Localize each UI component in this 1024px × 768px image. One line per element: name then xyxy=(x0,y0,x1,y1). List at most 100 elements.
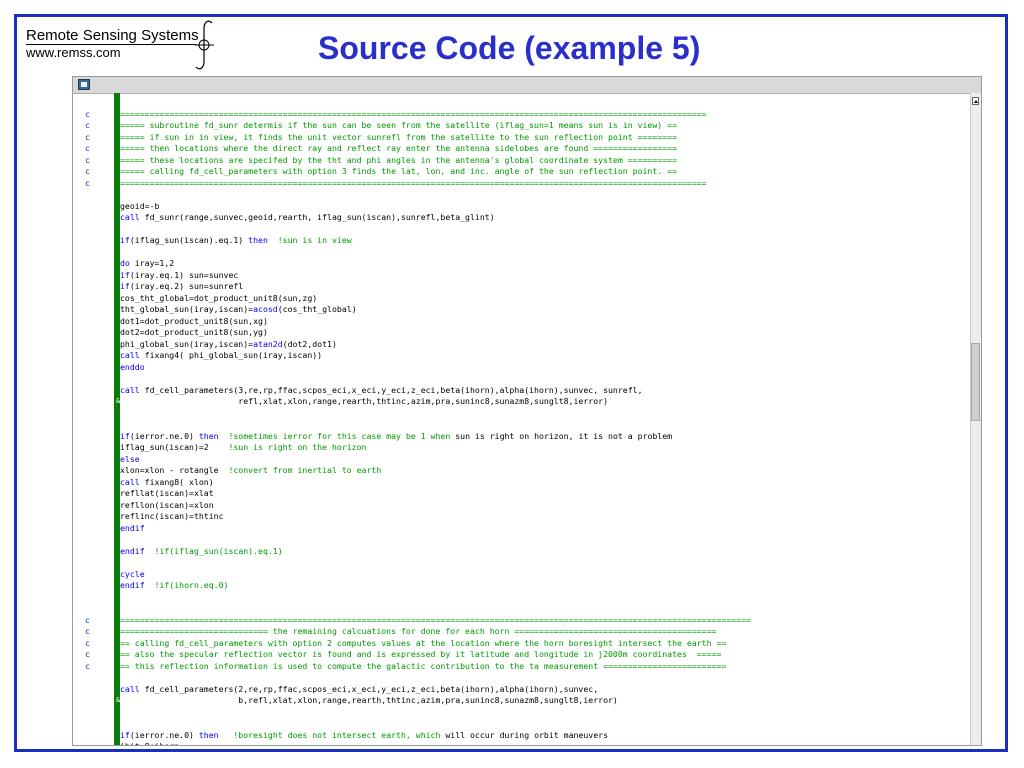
code-line: & b,refl,xlat,xlon,range,rearth,thtinc,a… xyxy=(73,695,971,707)
code-token: fixang4( phi_global_sun(iray,iscan)) xyxy=(139,350,323,360)
code-text: iflag_sun(iscan)=2 !sun is right on the … xyxy=(120,442,366,454)
code-token: iray=1,2 xyxy=(129,258,175,268)
code-token: (iray.eq.1) sun=sunvec xyxy=(129,269,239,280)
code-text: call fixang4( phi_global_sun(iray,iscan)… xyxy=(120,350,322,362)
code-line: c ===== calling fd_cell_parameters with o… xyxy=(73,166,971,178)
window-menu-icon[interactable] xyxy=(78,79,90,90)
code-text: call fixang8( xlon) xyxy=(120,477,214,489)
code-text: ============================== the remai… xyxy=(120,626,716,638)
code-line: call fd_sunr(range,sunvec,geoid,rearth, … xyxy=(73,212,971,224)
code-line: c ============================== the rema… xyxy=(73,626,971,638)
code-comment: !sun is right on the horizon xyxy=(228,442,367,452)
code-comment: ============================== the remai… xyxy=(120,626,717,636)
code-comment: ===== if sun in in view, it finds the un… xyxy=(120,131,678,142)
code-keyword: else xyxy=(120,453,140,464)
remss-logo: Remote Sensing Systems www.remss.com xyxy=(26,20,226,71)
comment-marker: c xyxy=(85,143,90,153)
comment-marker: c xyxy=(85,637,90,648)
editor-titlebar xyxy=(73,77,981,94)
code-comment: !boresight does not intersect earth, whi… xyxy=(218,729,441,740)
code-line: dot1=dot_product_unit8(sun,xg) xyxy=(73,316,971,328)
vertical-scrollbar[interactable] xyxy=(970,93,981,745)
code-text: endif !if(iflag_sun(iscan).eq.1) xyxy=(120,546,283,558)
code-keyword: if xyxy=(120,430,130,441)
code-keyword: if xyxy=(120,281,130,291)
code-token: will occur during orbit maneuvers xyxy=(440,729,609,740)
code-line: else xyxy=(73,454,971,466)
code-token: iflag_sun(iscan)=2 xyxy=(120,442,229,452)
code-keyword: call xyxy=(120,212,140,222)
code-editor-window: c =======================================… xyxy=(72,76,982,746)
code-keyword: endif xyxy=(120,580,145,590)
code-line: enddo xyxy=(73,362,971,374)
code-token: (iflag_sun(iscan).eq.1) xyxy=(129,235,249,245)
code-token: fd_cell_parameters(2,re,rp,ffac,scpos_ec… xyxy=(139,683,599,694)
code-keyword: atan2d xyxy=(253,338,283,349)
code-text: ===== if sun in in view, it finds the un… xyxy=(120,132,677,144)
code-line: refllat(iscan)=xlat xyxy=(73,488,971,500)
code-text: dot2=dot_product_unit8(sun,yg) xyxy=(120,327,268,339)
code-text: if(ierror.ne.0) then !boresight does not… xyxy=(120,730,608,742)
code-keyword: do xyxy=(120,258,130,268)
code-token: (cos_tht_global) xyxy=(277,304,357,314)
code-line: endif !if(iflag_sun(iscan).eq.1) xyxy=(73,546,971,558)
code-token: (ierror.ne.0) xyxy=(129,430,199,441)
code-line: ibit=8+ihorn xyxy=(73,741,971,745)
comment-marker: c xyxy=(85,177,90,188)
code-keyword: call xyxy=(120,350,140,360)
code-line: c =======================================… xyxy=(73,178,971,190)
code-text: if(ierror.ne.0) then !sometimes ierror f… xyxy=(120,431,672,443)
code-line: iflag_sun(iscan)=2 !sun is right on the … xyxy=(73,442,971,454)
code-line: if(ierror.ne.0) then !boresight does not… xyxy=(73,730,971,742)
code-line: endif xyxy=(73,523,971,535)
code-comment: !if(ihorn.eq.0) xyxy=(144,580,229,590)
scroll-up-arrow-icon[interactable] xyxy=(972,97,979,105)
code-text: else xyxy=(120,454,140,466)
code-text: dot1=dot_product_unit8(sun,xg) xyxy=(120,316,268,328)
code-keyword: if xyxy=(120,235,130,245)
code-text: ===== calling fd_cell_parameters with op… xyxy=(120,166,677,178)
code-comment: !if(iflag_sun(iscan).eq.1) xyxy=(144,545,283,556)
code-keyword: cycle xyxy=(120,568,145,579)
code-token: (iray.eq.2) sun=sunrefl xyxy=(129,281,244,291)
code-line: c ===== these locations are specifed by t… xyxy=(73,155,971,167)
comment-marker: c xyxy=(85,166,90,176)
code-token: fd_cell_parameters(3,re,rp,ffac,scpos_ec… xyxy=(139,384,643,395)
code-line: geoid=-b xyxy=(73,201,971,213)
code-text: enddo xyxy=(120,362,145,374)
code-line: reflinc(iscan)=thtinc xyxy=(73,511,971,523)
code-keyword: if xyxy=(120,729,130,740)
comment-marker: c xyxy=(85,614,90,625)
code-token: refl,xlat,xlon,range,rearth,thtinc,azim,… xyxy=(120,396,608,406)
code-token: dot1=dot_product_unit8(sun,xg) xyxy=(120,315,268,326)
code-line: call fixang4( phi_global_sun(iray,iscan)… xyxy=(73,350,971,362)
code-text: xlon=xlon - rotangle !convert from inert… xyxy=(120,465,381,477)
code-comment: ========================================… xyxy=(120,614,751,625)
code-token: phi_global_sun(iray,iscan)= xyxy=(120,338,254,349)
code-token: cos_tht_global=dot_product_unit8(sun,zg) xyxy=(120,292,318,303)
code-text: call fd_cell_parameters(2,re,rp,ffac,scp… xyxy=(120,684,598,696)
code-line: phi_global_sun(iray,iscan)=atan2d(dot2,d… xyxy=(73,339,971,351)
code-token: tht_global_sun(iray,iscan)= xyxy=(120,304,254,314)
code-text: ===== subroutine fd_sunr determis if the… xyxy=(120,120,677,132)
code-line: c ===== subroutine fd_sunr determis if th… xyxy=(73,120,971,132)
code-comment: == this reflection information is used t… xyxy=(120,660,727,671)
code-text: refl,xlat,xlon,range,rearth,thtinc,azim,… xyxy=(120,396,608,408)
code-text: if(iflag_sun(iscan).eq.1) then !sun is i… xyxy=(120,235,352,247)
code-line: c == this reflection information is used … xyxy=(73,661,971,673)
code-area[interactable]: c =======================================… xyxy=(73,93,971,746)
code-line: c =======================================… xyxy=(73,615,971,627)
logo-company-name: Remote Sensing Systems xyxy=(26,27,199,44)
code-line: xlon=xlon - rotangle !convert from inert… xyxy=(73,465,971,477)
code-text: ===== then locations where the direct ra… xyxy=(120,143,677,155)
scrollbar-thumb[interactable] xyxy=(971,343,980,421)
code-text: cos_tht_global=dot_product_unit8(sun,zg) xyxy=(120,293,317,305)
comment-marker: c xyxy=(85,626,90,636)
